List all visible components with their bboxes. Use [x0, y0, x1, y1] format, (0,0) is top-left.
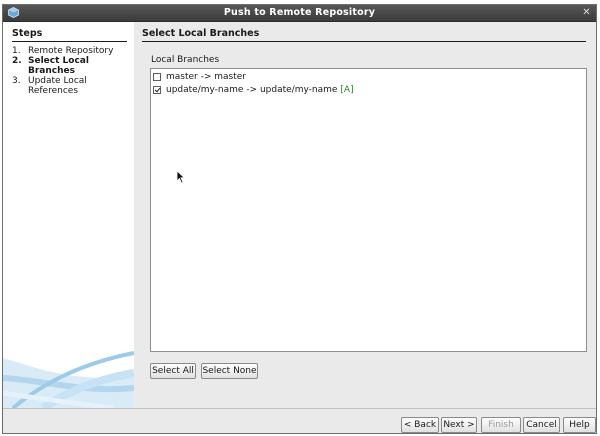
select-all-button[interactable]: Select All — [150, 363, 196, 379]
wizard-dialog: Push to Remote Repository ✕ Steps 1. Rem… — [2, 4, 597, 434]
branch-label: master -> master — [166, 71, 246, 82]
step-select-local-branches: 2. Select Local Branches — [12, 56, 89, 76]
steps-list: 1. Remote Repository 2. Select Local Bra… — [12, 46, 130, 96]
panel-title: Select Local Branches — [142, 28, 586, 42]
branch-label: update/my-name -> update/my-name — [166, 84, 338, 95]
branch-row-update-my-name[interactable]: update/my-name -> update/my-name [A] — [153, 83, 354, 96]
cancel-button[interactable]: Cancel — [523, 417, 560, 433]
branch-checkbox[interactable] — [153, 85, 161, 94]
help-button[interactable]: Help — [563, 417, 596, 433]
step-update-local-references: 3. Update Local References — [12, 76, 87, 96]
dialog-title: Push to Remote Repository — [223, 7, 376, 18]
local-branches-label: Local Branches — [151, 55, 220, 65]
wizard-panel: Select Local Branches Local Branches mas… — [134, 22, 596, 408]
steps-heading: Steps — [12, 28, 127, 42]
next-button[interactable]: Next > — [441, 417, 477, 433]
step-remote-repository: 1. Remote Repository — [12, 46, 114, 56]
finish-button[interactable]: Finish — [481, 417, 521, 433]
button-bar-divider — [3, 408, 596, 409]
branch-status-badge: [A] — [340, 84, 354, 95]
mouse-pointer-icon — [176, 170, 186, 184]
steps-sidebar: Steps 1. Remote Repository 2. Select Loc… — [3, 22, 134, 408]
back-button[interactable]: < Back — [401, 417, 439, 433]
local-branches-list[interactable]: master -> master update/my-name -> updat… — [150, 68, 587, 352]
close-icon[interactable]: ✕ — [581, 7, 592, 18]
title-bar[interactable]: Push to Remote Repository ✕ — [3, 5, 596, 22]
step-label: Select Local Branches — [28, 56, 89, 76]
branch-row-master[interactable]: master -> master — [153, 70, 246, 83]
select-none-button[interactable]: Select None — [201, 363, 258, 379]
step-label: Remote Repository — [28, 46, 114, 56]
wizard-banner-graphic — [3, 351, 134, 408]
branch-checkbox[interactable] — [153, 72, 161, 81]
step-label: Update Local References — [28, 76, 87, 96]
